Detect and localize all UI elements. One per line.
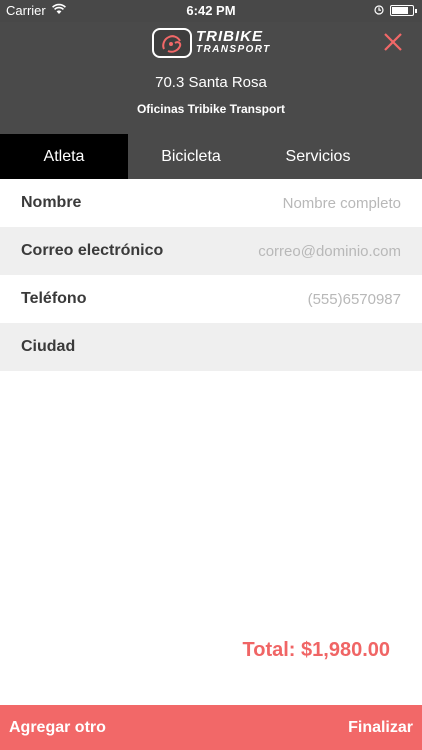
form-row-telefono[interactable]: Teléfono — [0, 275, 422, 323]
battery-fill — [392, 7, 408, 14]
add-another-button[interactable]: Agregar otro — [9, 705, 106, 750]
header: TRIBIKE TRANSPORT 70.3 Santa Rosa Oficin… — [0, 22, 422, 134]
total-label: Total: — [242, 639, 296, 661]
tab-bicicleta[interactable]: Bicicleta — [128, 134, 254, 179]
correo-input[interactable] — [221, 242, 401, 260]
ciudad-input[interactable] — [221, 338, 401, 356]
logo-text-primary: TRIBIKE — [196, 28, 263, 45]
form-row-nombre[interactable]: Nombre — [0, 179, 422, 227]
tab-atleta[interactable]: Atleta — [0, 134, 128, 179]
close-icon[interactable] — [382, 31, 404, 53]
nombre-label: Nombre — [21, 194, 82, 211]
telefono-input[interactable] — [221, 290, 401, 308]
logo-text-secondary: TRANSPORT — [196, 44, 271, 55]
form-row-correo[interactable]: Correo electrónico — [0, 227, 422, 275]
ciudad-label: Ciudad — [21, 338, 76, 355]
nombre-input[interactable] — [221, 194, 401, 212]
order-total: Total: $1,980.00 — [243, 639, 391, 662]
event-title: 70.3 Santa Rosa — [155, 74, 267, 91]
tab-servicios[interactable]: Servicios — [254, 134, 382, 179]
status-time: 6:42 PM — [186, 3, 236, 18]
status-bar: Carrier 6:42 PM — [0, 0, 422, 22]
form-row-ciudad[interactable]: Ciudad — [0, 323, 422, 371]
charge-icon — [374, 5, 384, 15]
correo-label: Correo electrónico — [21, 242, 164, 259]
footer-bar: Agregar otro Finalizar — [0, 705, 422, 750]
tab-bar: Atleta Bicicleta Servicios — [0, 134, 422, 179]
telefono-label: Teléfono — [21, 290, 87, 307]
athlete-form: Nombre Correo electrónico Teléfono Ciuda… — [0, 179, 422, 371]
total-amount: $1,980.00 — [301, 639, 390, 661]
finish-button[interactable]: Finalizar — [348, 705, 413, 750]
event-subtitle: Oficinas Tribike Transport — [136, 102, 286, 116]
tribike-logo: TRIBIKE TRANSPORT — [152, 26, 272, 60]
tribike-logo-icon — [152, 28, 192, 58]
battery-icon — [390, 5, 417, 16]
